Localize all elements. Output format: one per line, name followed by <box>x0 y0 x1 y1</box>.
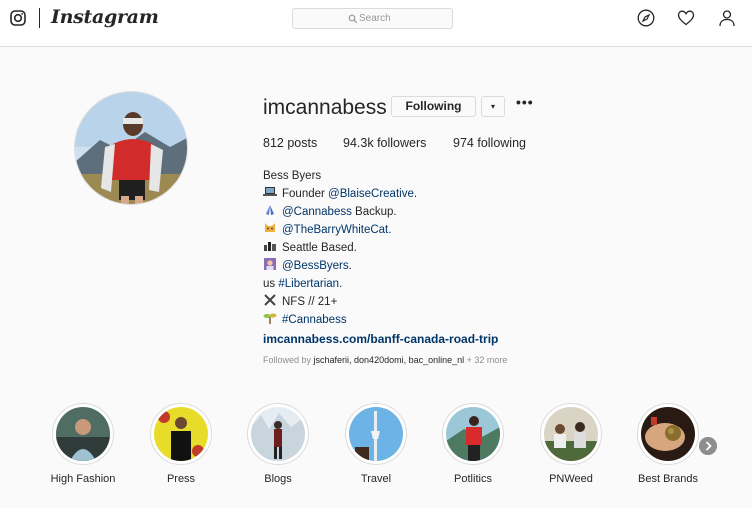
woman-emoji-icon <box>264 258 276 270</box>
highlight-cover-press <box>154 407 208 461</box>
bio-line-nfs: NFS // 21+ <box>263 293 498 311</box>
followers-number: 94.3k <box>343 136 374 150</box>
link-blaisecreative[interactable]: @BlaiseCreative <box>328 188 414 200</box>
highlight-ring <box>637 403 699 465</box>
highlight-ring <box>247 403 309 465</box>
followed-by-prefix: Followed by <box>263 355 314 365</box>
bio-line-bessbyers: @BessByers. <box>263 257 498 275</box>
nav-divider <box>39 8 40 28</box>
user-icon[interactable] <box>718 9 736 27</box>
bio-cat-after: . <box>388 224 392 236</box>
link-barrywhitecat[interactable]: @TheBarryWhiteCat <box>282 224 388 236</box>
full-name: Bess Byers <box>263 170 322 182</box>
bio-line-hashtag: #Cannabess <box>263 311 498 329</box>
following-button[interactable]: Following <box>391 96 476 117</box>
highlight-press[interactable]: Press <box>150 403 212 485</box>
website-link[interactable]: imcannabess.com/banff-canada-road-trip <box>263 332 498 346</box>
highlight-cover-potlitics <box>446 407 500 461</box>
bio-bessbyers-after: . <box>348 260 352 272</box>
highlight-ring <box>150 403 212 465</box>
bio-libertarian-after: . <box>339 278 343 290</box>
profile-bio: Bess Byers Founder @BlaiseCreative. @Can… <box>263 167 498 348</box>
highlight-travel[interactable]: Travel <box>345 403 407 485</box>
seedling-icon <box>263 313 277 324</box>
compass-icon[interactable] <box>637 9 655 27</box>
followers-label: followers <box>377 136 427 150</box>
bio-cannabess-after: Backup. <box>351 206 397 218</box>
link-bessbyers[interactable]: @BessByers <box>282 260 349 272</box>
laptop-icon <box>263 187 277 196</box>
highlight-cover-travel <box>349 407 403 461</box>
highlights-next-arrow-icon[interactable] <box>699 437 717 455</box>
heart-icon[interactable] <box>677 9 695 27</box>
highlight-cover-high-fashion <box>56 407 110 461</box>
highlight-label: Best Brands <box>638 473 698 485</box>
bio-line-libertarian: us #Libertarian. <box>263 275 498 293</box>
cat-face-icon <box>265 223 275 232</box>
bio-line-seattle: Seattle Based. <box>263 239 498 257</box>
posts-label: posts <box>287 136 318 150</box>
bio-line-url: imcannabess.com/banff-canada-road-trip <box>263 330 498 348</box>
top-nav-bar: Instagram <box>0 0 752 47</box>
profile-username: imcannabess <box>263 96 387 119</box>
following-number: 974 <box>453 136 474 150</box>
following-label: following <box>477 136 526 150</box>
cityscape-icon <box>264 242 276 251</box>
link-cannabess-backup[interactable]: @Cannabess <box>282 206 352 218</box>
bio-founder-text: Founder <box>282 188 329 200</box>
highlight-cover-blogs <box>251 407 305 461</box>
bio-founder-after: . <box>413 188 418 200</box>
profile-avatar[interactable] <box>74 91 188 205</box>
followed-by-names: jschaferii, don420domi, bac_online_nl <box>313 355 465 365</box>
instagram-wordmark[interactable]: Instagram <box>51 6 159 28</box>
search-input[interactable] <box>359 11 449 26</box>
followed-by-more: + 32 more <box>464 355 508 365</box>
posts-count: 812 posts <box>263 136 317 150</box>
instagram-glyph-icon[interactable] <box>10 10 26 26</box>
search-box[interactable] <box>292 8 453 29</box>
following-count[interactable]: 974 following <box>453 136 526 150</box>
highlight-cover-best-brands <box>641 407 695 461</box>
avatar-photo <box>75 92 187 204</box>
highlight-best-brands[interactable]: Best Brands <box>637 403 699 485</box>
bio-nfs-text: NFS // 21+ <box>282 296 338 308</box>
followed-by[interactable]: Followed by jschaferii, don420domi, bac_… <box>263 355 507 365</box>
more-options-icon[interactable]: ••• <box>516 95 533 113</box>
highlight-cover-pnweed <box>544 407 598 461</box>
bio-seattle-text: Seattle Based. <box>282 242 357 254</box>
highlight-ring <box>345 403 407 465</box>
highlight-ring <box>52 403 114 465</box>
followers-count[interactable]: 94.3k followers <box>343 136 426 150</box>
hashtag-cannabess[interactable]: #Cannabess <box>282 314 347 326</box>
highlight-pnweed[interactable]: PNWeed <box>540 403 602 485</box>
search-icon <box>348 14 358 24</box>
suggested-dropdown-button[interactable]: ▾ <box>481 96 505 117</box>
highlight-high-fashion[interactable]: High Fashion <box>51 403 115 485</box>
crossed-swords-icon <box>264 294 276 306</box>
praying-hands-icon <box>266 205 274 215</box>
bio-line-founder: Founder @BlaiseCreative. <box>263 185 498 203</box>
bio-line-cat: @TheBarryWhiteCat. <box>263 221 498 239</box>
bio-line-cannabess: @Cannabess Backup. <box>263 203 498 221</box>
bio-us-text: us <box>263 278 279 290</box>
highlight-potlitics[interactable]: Potlitics <box>442 403 504 485</box>
highlight-blogs[interactable]: Blogs <box>247 403 309 485</box>
posts-number: 812 <box>263 136 284 150</box>
highlight-ring <box>540 403 602 465</box>
hashtag-libertarian[interactable]: #Libertarian <box>278 278 339 290</box>
highlight-ring <box>442 403 504 465</box>
